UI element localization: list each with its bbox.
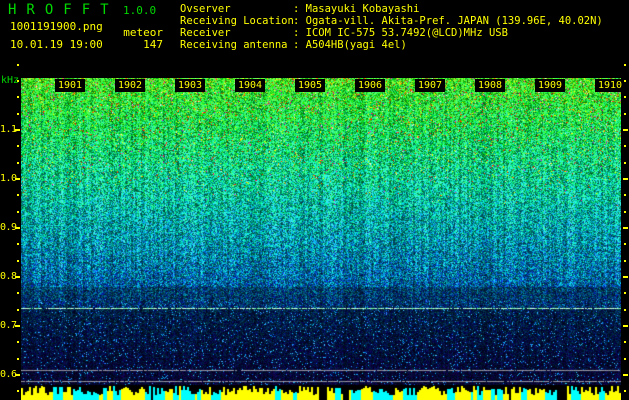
- freq-tick-mark: [624, 145, 626, 147]
- freq-tick-label: 0.6: [0, 369, 17, 380]
- time-tick-label: 1902: [115, 79, 145, 92]
- freq-tick-mark: [624, 96, 626, 98]
- freq-tick-label: 0.8: [0, 271, 17, 282]
- freq-tick-mark: [17, 243, 19, 245]
- freq-tick-mark: [17, 260, 19, 262]
- time-tick-label: 1905: [295, 79, 325, 92]
- freq-tick-mark: [15, 374, 20, 376]
- time-tick-label: 1907: [415, 79, 445, 92]
- freq-tick-mark: [624, 162, 626, 164]
- info-label: Receiving Location: [180, 15, 294, 27]
- info-value: : ICOM IC-575 53.7492(@LCD)MHz USB: [293, 27, 508, 39]
- info-value: : Ogata-vill. Akita-Pref. JAPAN (139.96E…: [293, 15, 603, 27]
- freq-tick-mark: [624, 292, 626, 294]
- freq-tick-mark: [17, 145, 19, 147]
- freq-tick-mark: [624, 243, 626, 245]
- info-label: Ovserver: [180, 3, 231, 15]
- freq-tick-label: 0.9: [0, 222, 17, 233]
- freq-tick-mark: [15, 178, 20, 180]
- freq-tick-mark: [15, 227, 20, 229]
- hrofft-window: HROFFT 1.0.0 1001191900.png meteor 10.01…: [0, 0, 629, 400]
- freq-tick-label: 0.7: [0, 320, 17, 331]
- time-tick-label: 1909: [535, 79, 565, 92]
- info-row: Receiving antenna : A504HB(yagi 4el): [180, 39, 407, 51]
- freq-tick-mark: [623, 374, 628, 376]
- freq-tick-mark: [624, 309, 626, 311]
- freq-tick-mark: [624, 64, 626, 66]
- time-tick-label: 1906: [355, 79, 385, 92]
- freq-tick-mark: [15, 276, 20, 278]
- freq-tick-mark: [623, 276, 628, 278]
- freq-tick-mark: [624, 194, 626, 196]
- freq-tick-mark: [624, 80, 626, 82]
- freq-tick-mark: [17, 96, 19, 98]
- info-value: : A504HB(yagi 4el): [293, 39, 407, 51]
- freq-tick-mark: [623, 325, 628, 327]
- freq-tick-mark: [624, 211, 626, 213]
- freq-tick-label: 1.1: [0, 124, 17, 135]
- time-tick-label: 1904: [235, 79, 265, 92]
- freq-tick-mark: [15, 129, 20, 131]
- freq-tick-label: 1.0: [0, 173, 17, 184]
- freq-tick-mark: [17, 113, 19, 115]
- freq-tick-mark: [624, 260, 626, 262]
- datetime: 10.01.19 19:00: [10, 38, 103, 51]
- freq-tick-mark: [17, 211, 19, 213]
- freq-tick-mark: [624, 341, 626, 343]
- freq-tick-mark: [623, 178, 628, 180]
- time-tick-label: 1908: [475, 79, 505, 92]
- time-tick-label: 1901: [55, 79, 85, 92]
- info-row: Receiver : ICOM IC-575 53.7492(@LCD)MHz U…: [180, 27, 508, 39]
- info-label: Receiving antenna: [180, 39, 288, 51]
- filename: 1001191900.png: [10, 20, 103, 33]
- freq-tick-mark: [17, 358, 19, 360]
- info-row: Ovserver : Masayuki Kobayashi: [180, 3, 419, 15]
- time-tick-label: 1910: [595, 79, 625, 92]
- freq-tick-mark: [624, 390, 626, 392]
- freq-tick-mark: [17, 309, 19, 311]
- freq-tick-mark: [623, 129, 628, 131]
- spectrogram-canvas: [21, 78, 621, 400]
- freq-tick-mark: [17, 80, 19, 82]
- freq-tick-mark: [623, 227, 628, 229]
- echo-count: 147: [143, 38, 163, 51]
- freq-tick-mark: [17, 341, 19, 343]
- freq-tick-mark: [17, 292, 19, 294]
- time-tick-label: 1903: [175, 79, 205, 92]
- freq-tick-mark: [17, 162, 19, 164]
- freq-tick-mark: [17, 390, 19, 392]
- freq-tick-mark: [17, 64, 19, 66]
- info-row: Receiving Location: Ogata-vill. Akita-Pr…: [180, 15, 603, 27]
- freq-tick-mark: [15, 325, 20, 327]
- info-value: : Masayuki Kobayashi: [293, 3, 420, 15]
- freq-tick-mark: [624, 358, 626, 360]
- freq-tick-mark: [17, 194, 19, 196]
- app-version: 1.0.0: [123, 4, 157, 17]
- info-label: Receiver: [180, 27, 231, 39]
- app-title: HROFFT: [8, 2, 119, 18]
- freq-tick-mark: [624, 113, 626, 115]
